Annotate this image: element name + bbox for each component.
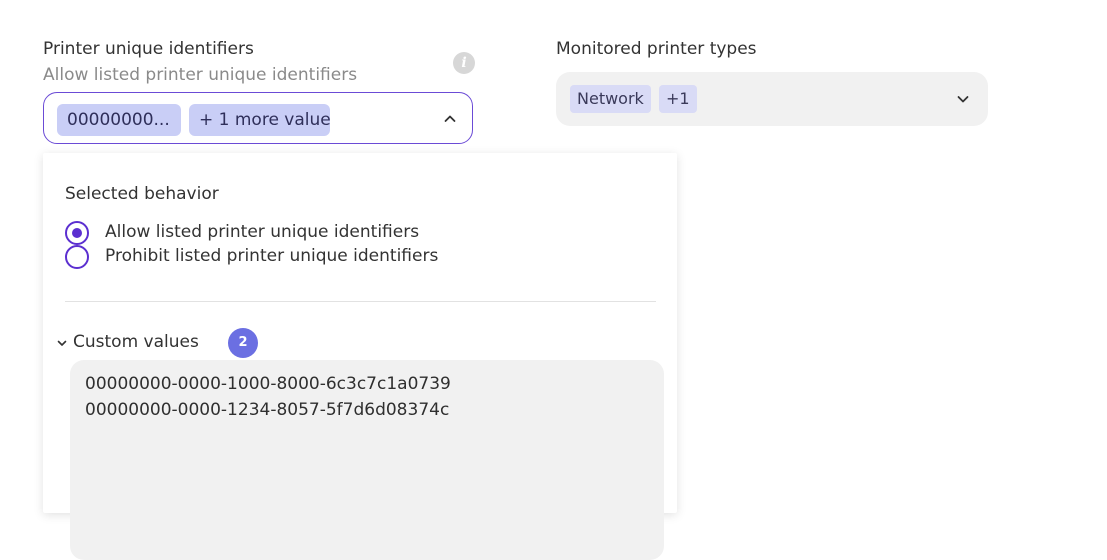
network-chip: Network xyxy=(570,85,651,113)
radio-allow[interactable] xyxy=(65,221,89,245)
printer-ids-dropdown: Selected behavior Allow listed printer u… xyxy=(43,153,677,560)
info-icon[interactable]: i xyxy=(453,52,475,74)
chevron-down-icon[interactable] xyxy=(56,337,68,349)
radio-prohibit[interactable] xyxy=(65,245,89,269)
printer-types-label: Monitored printer types xyxy=(556,39,757,59)
behavior-heading: Selected behavior xyxy=(65,184,219,204)
printer-types-select[interactable]: Network +1 xyxy=(556,72,988,126)
custom-values-count-badge: 2 xyxy=(228,328,258,358)
printer-ids-label: Printer unique identifiers xyxy=(43,39,254,59)
chevron-down-icon[interactable] xyxy=(954,90,972,108)
more-types-chip[interactable]: +1 xyxy=(659,85,697,113)
radio-prohibit-label[interactable]: Prohibit listed printer unique identifie… xyxy=(105,246,438,266)
divider xyxy=(65,301,656,302)
chevron-up-icon[interactable] xyxy=(441,110,459,128)
custom-values-toggle[interactable]: Custom values xyxy=(73,332,199,352)
printer-ids-select[interactable]: 00000000... + 1 more value xyxy=(43,92,473,144)
radio-selected-dot xyxy=(72,228,82,238)
custom-values-textarea[interactable]: 00000000-0000-1000-8000-6c3c7c1a0739 000… xyxy=(70,360,664,560)
more-values-chip[interactable]: + 1 more value xyxy=(189,104,331,136)
value-chip: 00000000... xyxy=(57,104,181,136)
printer-ids-sublabel: Allow listed printer unique identifiers xyxy=(43,65,358,85)
radio-allow-label[interactable]: Allow listed printer unique identifiers xyxy=(105,222,419,242)
